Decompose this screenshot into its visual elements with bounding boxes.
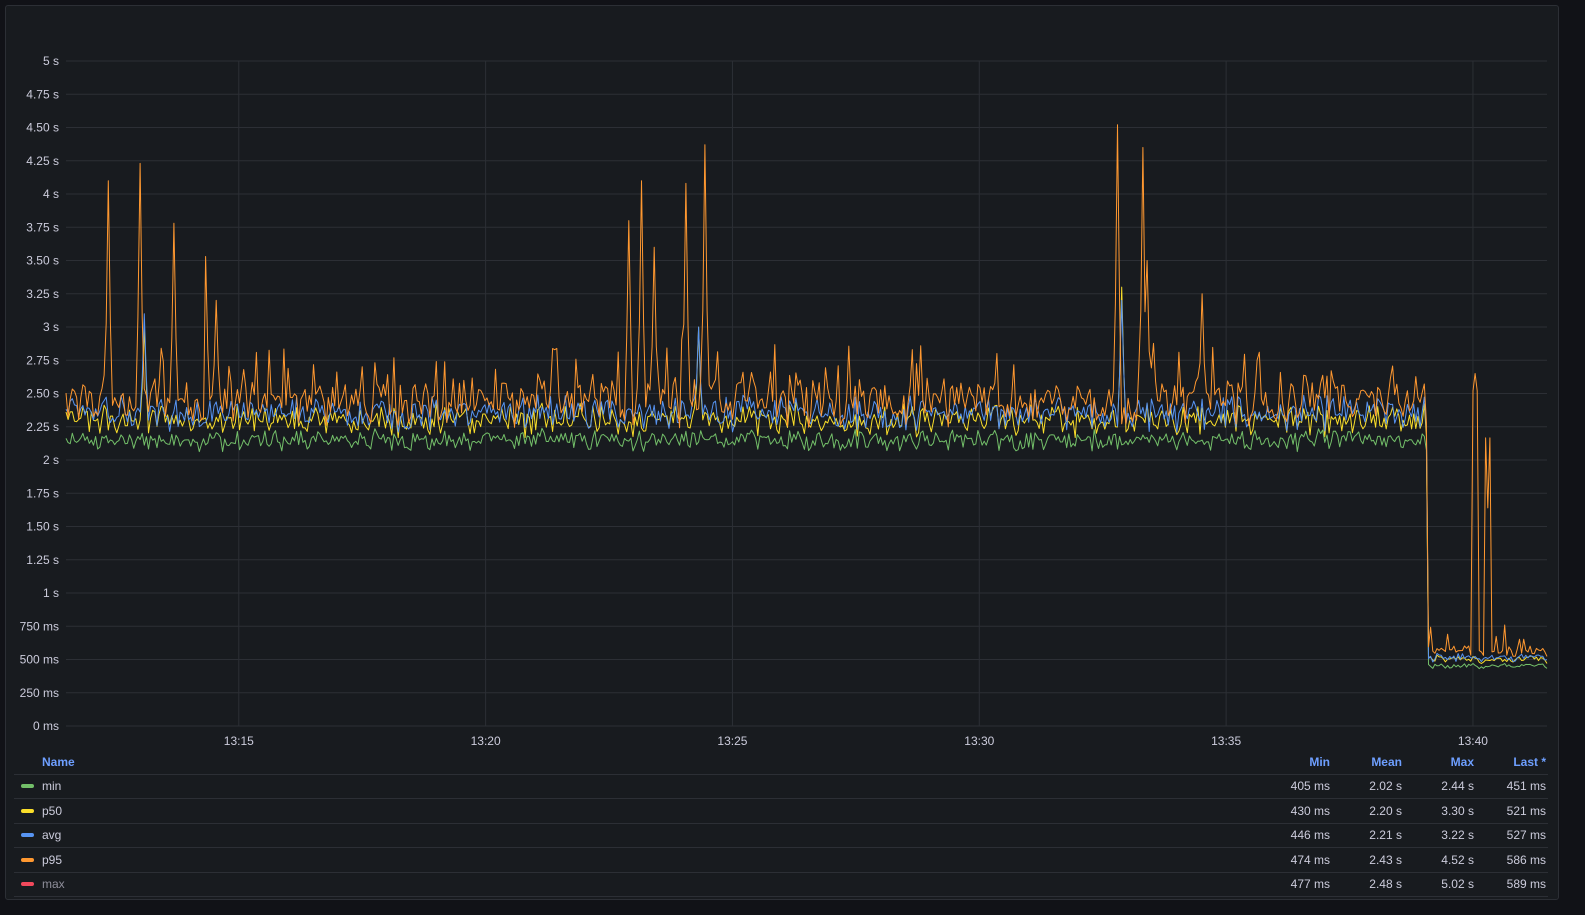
- legend-mean-value: 2.20 s: [1369, 803, 1402, 818]
- legend-color-swatch: [21, 808, 34, 813]
- legend-mean-value: 2.43 s: [1369, 852, 1402, 867]
- legend-table: Name Min Mean Max Last * min 405 ms 2.02 s…: [14, 750, 1548, 897]
- x-tick-label: 13:20: [471, 734, 501, 748]
- legend-last-value: 451 ms: [1506, 779, 1546, 794]
- legend-last-value: 527 ms: [1506, 828, 1546, 843]
- legend-min-value: 430 ms: [1290, 803, 1330, 818]
- y-tick-label: 3 s: [43, 320, 59, 334]
- legend-color-swatch: [21, 784, 34, 789]
- legend-max-value: 2.44 s: [1441, 779, 1474, 794]
- legend-min-value: 477 ms: [1290, 877, 1330, 892]
- y-tick-label: 4.75 s: [26, 87, 59, 101]
- legend-mean-value: 2.02 s: [1369, 779, 1402, 794]
- series-line-p50[interactable]: [65, 286, 1548, 664]
- legend-row-p95[interactable]: p95 474 ms 2.43 s 4.52 s 586 ms: [14, 848, 1548, 873]
- y-tick-label: 3.25 s: [26, 287, 59, 301]
- legend-series[interactable]: avg: [14, 828, 1260, 842]
- y-tick-label: 3.75 s: [26, 220, 59, 234]
- legend-max-value: 5.02 s: [1441, 877, 1474, 892]
- y-tick-label: 1.25 s: [26, 553, 59, 567]
- legend-header-mean[interactable]: Mean: [1332, 755, 1404, 769]
- x-tick-label: 13:25: [717, 734, 747, 748]
- legend-header-name[interactable]: Name: [14, 755, 1260, 769]
- legend-last-value: 586 ms: [1506, 852, 1546, 867]
- legend-min-value: 446 ms: [1290, 828, 1330, 843]
- legend-mean-value: 2.48 s: [1369, 877, 1402, 892]
- y-tick-label: 3.50 s: [26, 254, 59, 268]
- legend-color-swatch: [21, 882, 34, 887]
- legend-last-value: 589 ms: [1506, 877, 1546, 892]
- y-tick-label: 4.25 s: [26, 154, 59, 168]
- legend-max-value: 4.52 s: [1441, 852, 1474, 867]
- legend-series[interactable]: p50: [14, 804, 1260, 818]
- y-tick-label: 0 ms: [33, 719, 59, 733]
- legend-row-avg[interactable]: avg 446 ms 2.21 s 3.22 s 527 ms: [14, 824, 1548, 848]
- legend-series[interactable]: p95: [14, 853, 1260, 867]
- legend-row-min[interactable]: min 405 ms 2.02 s 2.44 s 451 ms: [14, 775, 1548, 799]
- legend-header: Name Min Mean Max Last *: [14, 750, 1548, 775]
- y-tick-label: 4.50 s: [26, 121, 59, 135]
- legend-header-min[interactable]: Min: [1260, 755, 1332, 769]
- legend-series-name: min: [42, 779, 62, 794]
- legend-last-value: 521 ms: [1506, 803, 1546, 818]
- y-tick-label: 2 s: [43, 453, 59, 467]
- legend-min-value: 474 ms: [1290, 852, 1330, 867]
- y-tick-label: 2.50 s: [26, 387, 59, 401]
- legend-series-name: p50: [42, 803, 63, 818]
- y-tick-label: 4 s: [43, 187, 59, 201]
- legend-row-p50[interactable]: p50 430 ms 2.20 s 3.30 s 521 ms: [14, 799, 1548, 824]
- legend-row-max[interactable]: max 477 ms 2.48 s 5.02 s 589 ms: [14, 873, 1548, 897]
- legend-color-swatch: [21, 857, 34, 862]
- legend-mean-value: 2.21 s: [1369, 828, 1402, 843]
- x-tick-label: 13:35: [1211, 734, 1241, 748]
- legend-series[interactable]: min: [14, 779, 1260, 793]
- y-tick-label: 1.75 s: [26, 486, 59, 500]
- y-tick-label: 1.50 s: [26, 520, 59, 534]
- y-tick-label: 2.25 s: [26, 420, 59, 434]
- y-tick-label: 2.75 s: [26, 353, 59, 367]
- legend-max-value: 3.30 s: [1441, 803, 1474, 818]
- timeseries-chart[interactable]: 0 ms 250 ms 500 ms 750 ms 1 s 1.25 s 1.50 s 1.7…: [0, 0, 1585, 760]
- x-tick-label: 13:15: [224, 734, 254, 748]
- y-tick-label: 1 s: [43, 586, 59, 600]
- series-line-p95[interactable]: [65, 124, 1548, 657]
- legend-series-name: max: [42, 877, 65, 892]
- series-line-avg[interactable]: [65, 299, 1548, 663]
- legend-header-last[interactable]: Last *: [1476, 755, 1548, 769]
- y-tick-label: 500 ms: [20, 653, 59, 667]
- legend-min-value: 405 ms: [1290, 779, 1330, 794]
- y-tick-label: 5 s: [43, 54, 59, 68]
- legend-color-swatch: [21, 833, 34, 838]
- y-tick-label: 250 ms: [20, 686, 59, 700]
- legend-series[interactable]: max: [14, 877, 1260, 891]
- x-tick-label: 13:30: [964, 734, 994, 748]
- legend-series-name: avg: [42, 828, 62, 843]
- legend-header-max[interactable]: Max: [1404, 755, 1476, 769]
- legend-max-value: 3.22 s: [1441, 828, 1474, 843]
- y-tick-label: 750 ms: [20, 619, 59, 633]
- legend-series-name: p95: [42, 852, 63, 867]
- series-line-min[interactable]: [65, 427, 1548, 670]
- x-tick-label: 13:40: [1458, 734, 1488, 748]
